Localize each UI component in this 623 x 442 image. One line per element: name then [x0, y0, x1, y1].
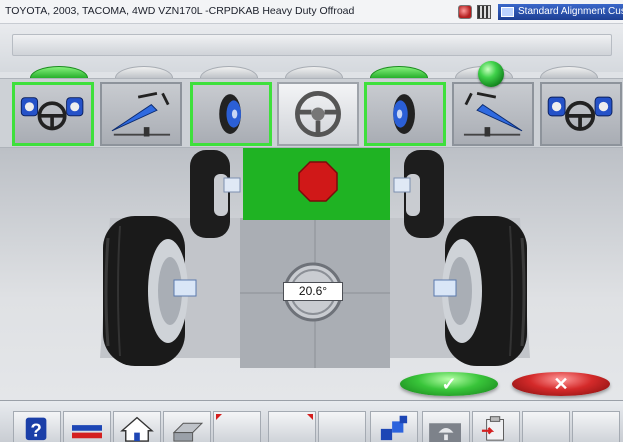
vehicle-lift-button[interactable]: [422, 411, 470, 442]
blank-icon: [214, 412, 260, 442]
checkmark-icon: ✓: [441, 374, 457, 394]
step-button-4[interactable]: [277, 82, 359, 146]
step-button-3[interactable]: [190, 82, 272, 146]
steering-angle-readout: 20.6°: [283, 282, 343, 301]
ok-button[interactable]: ✓: [400, 372, 498, 396]
sensor-setup-icon: [380, 415, 408, 441]
print-button[interactable]: [163, 411, 211, 442]
step-tab-3[interactable]: [200, 66, 258, 78]
bottom-toolbar: ?: [0, 400, 623, 442]
step-button-1[interactable]: [12, 82, 94, 146]
report-icon: [481, 416, 504, 441]
wheel-caster-swing-icon: [393, 94, 415, 134]
level-heads-icon: [463, 91, 523, 137]
blank-button-3[interactable]: [318, 411, 366, 442]
sensor-setup-button[interactable]: [370, 411, 418, 442]
blank-button-2[interactable]: [268, 411, 316, 442]
cancel-button[interactable]: ✕: [512, 372, 610, 396]
barcode-icon[interactable]: [477, 5, 491, 19]
step-tab-2[interactable]: [115, 66, 173, 78]
step-button-5[interactable]: [364, 82, 446, 146]
blank-button-5[interactable]: [572, 411, 620, 442]
procedure-strip: [0, 78, 623, 148]
vehicle-specs-button[interactable]: [63, 411, 111, 442]
steering-wheel-icon: [295, 91, 341, 137]
step-button-2[interactable]: [100, 82, 182, 146]
step-tab-6[interactable]: [455, 66, 513, 78]
alignment-mode-label: Standard Alignment Cus: [518, 6, 623, 17]
print-icon: [172, 422, 204, 442]
alignment-app-window: TOYOTA, 2003, TACOMA, 4WD VZN170L -CRPDK…: [0, 0, 623, 442]
alignment-mode-select[interactable]: Standard Alignment Cus: [498, 4, 623, 20]
blank-icon: [573, 412, 619, 442]
step-tab-5[interactable]: [370, 66, 428, 78]
report-button[interactable]: [472, 411, 520, 442]
blank-button-1[interactable]: [213, 411, 261, 442]
vehicle-wheels-scene: [100, 148, 530, 368]
front-left-wheel: [103, 216, 197, 366]
stop-sign-icon: [298, 161, 338, 202]
step-tab-7[interactable]: [540, 66, 598, 78]
alert-icon[interactable]: [458, 5, 472, 19]
step-button-7[interactable]: [540, 82, 622, 146]
vehicle-lift-icon: [429, 423, 461, 442]
wheel-caster-swing-icon: [219, 94, 241, 134]
blank-icon: [319, 412, 365, 442]
title-bar: TOYOTA, 2003, TACOMA, 4WD VZN170L -CRPDK…: [0, 0, 623, 24]
close-icon: ✕: [553, 374, 569, 394]
help-icon: ?: [25, 417, 47, 440]
blank-button-4[interactable]: [522, 411, 570, 442]
mode-icon: [501, 7, 514, 17]
step-tab-4[interactable]: [285, 66, 343, 78]
home-button[interactable]: [113, 411, 161, 442]
blank-icon: [269, 412, 315, 442]
blank-icon: [523, 412, 569, 442]
vehicle-specs-icon: [72, 425, 102, 439]
vehicle-title: TOYOTA, 2003, TACOMA, 4WD VZN170L -CRPDK…: [5, 5, 355, 17]
step-tab-1[interactable]: [30, 66, 88, 78]
level-heads-icon: [111, 91, 171, 137]
help-button[interactable]: ?: [13, 411, 61, 442]
progress-track: [12, 34, 612, 56]
home-icon: [120, 416, 154, 442]
steering-wheel-heads-icon: [547, 96, 613, 131]
step-button-6[interactable]: [452, 82, 534, 146]
svg-text:?: ?: [30, 419, 41, 440]
steering-wheel-heads-icon: [20, 97, 84, 131]
front-right-wheel: [433, 216, 527, 366]
alignment-view: 20.6° ✓ ✕: [0, 148, 623, 400]
